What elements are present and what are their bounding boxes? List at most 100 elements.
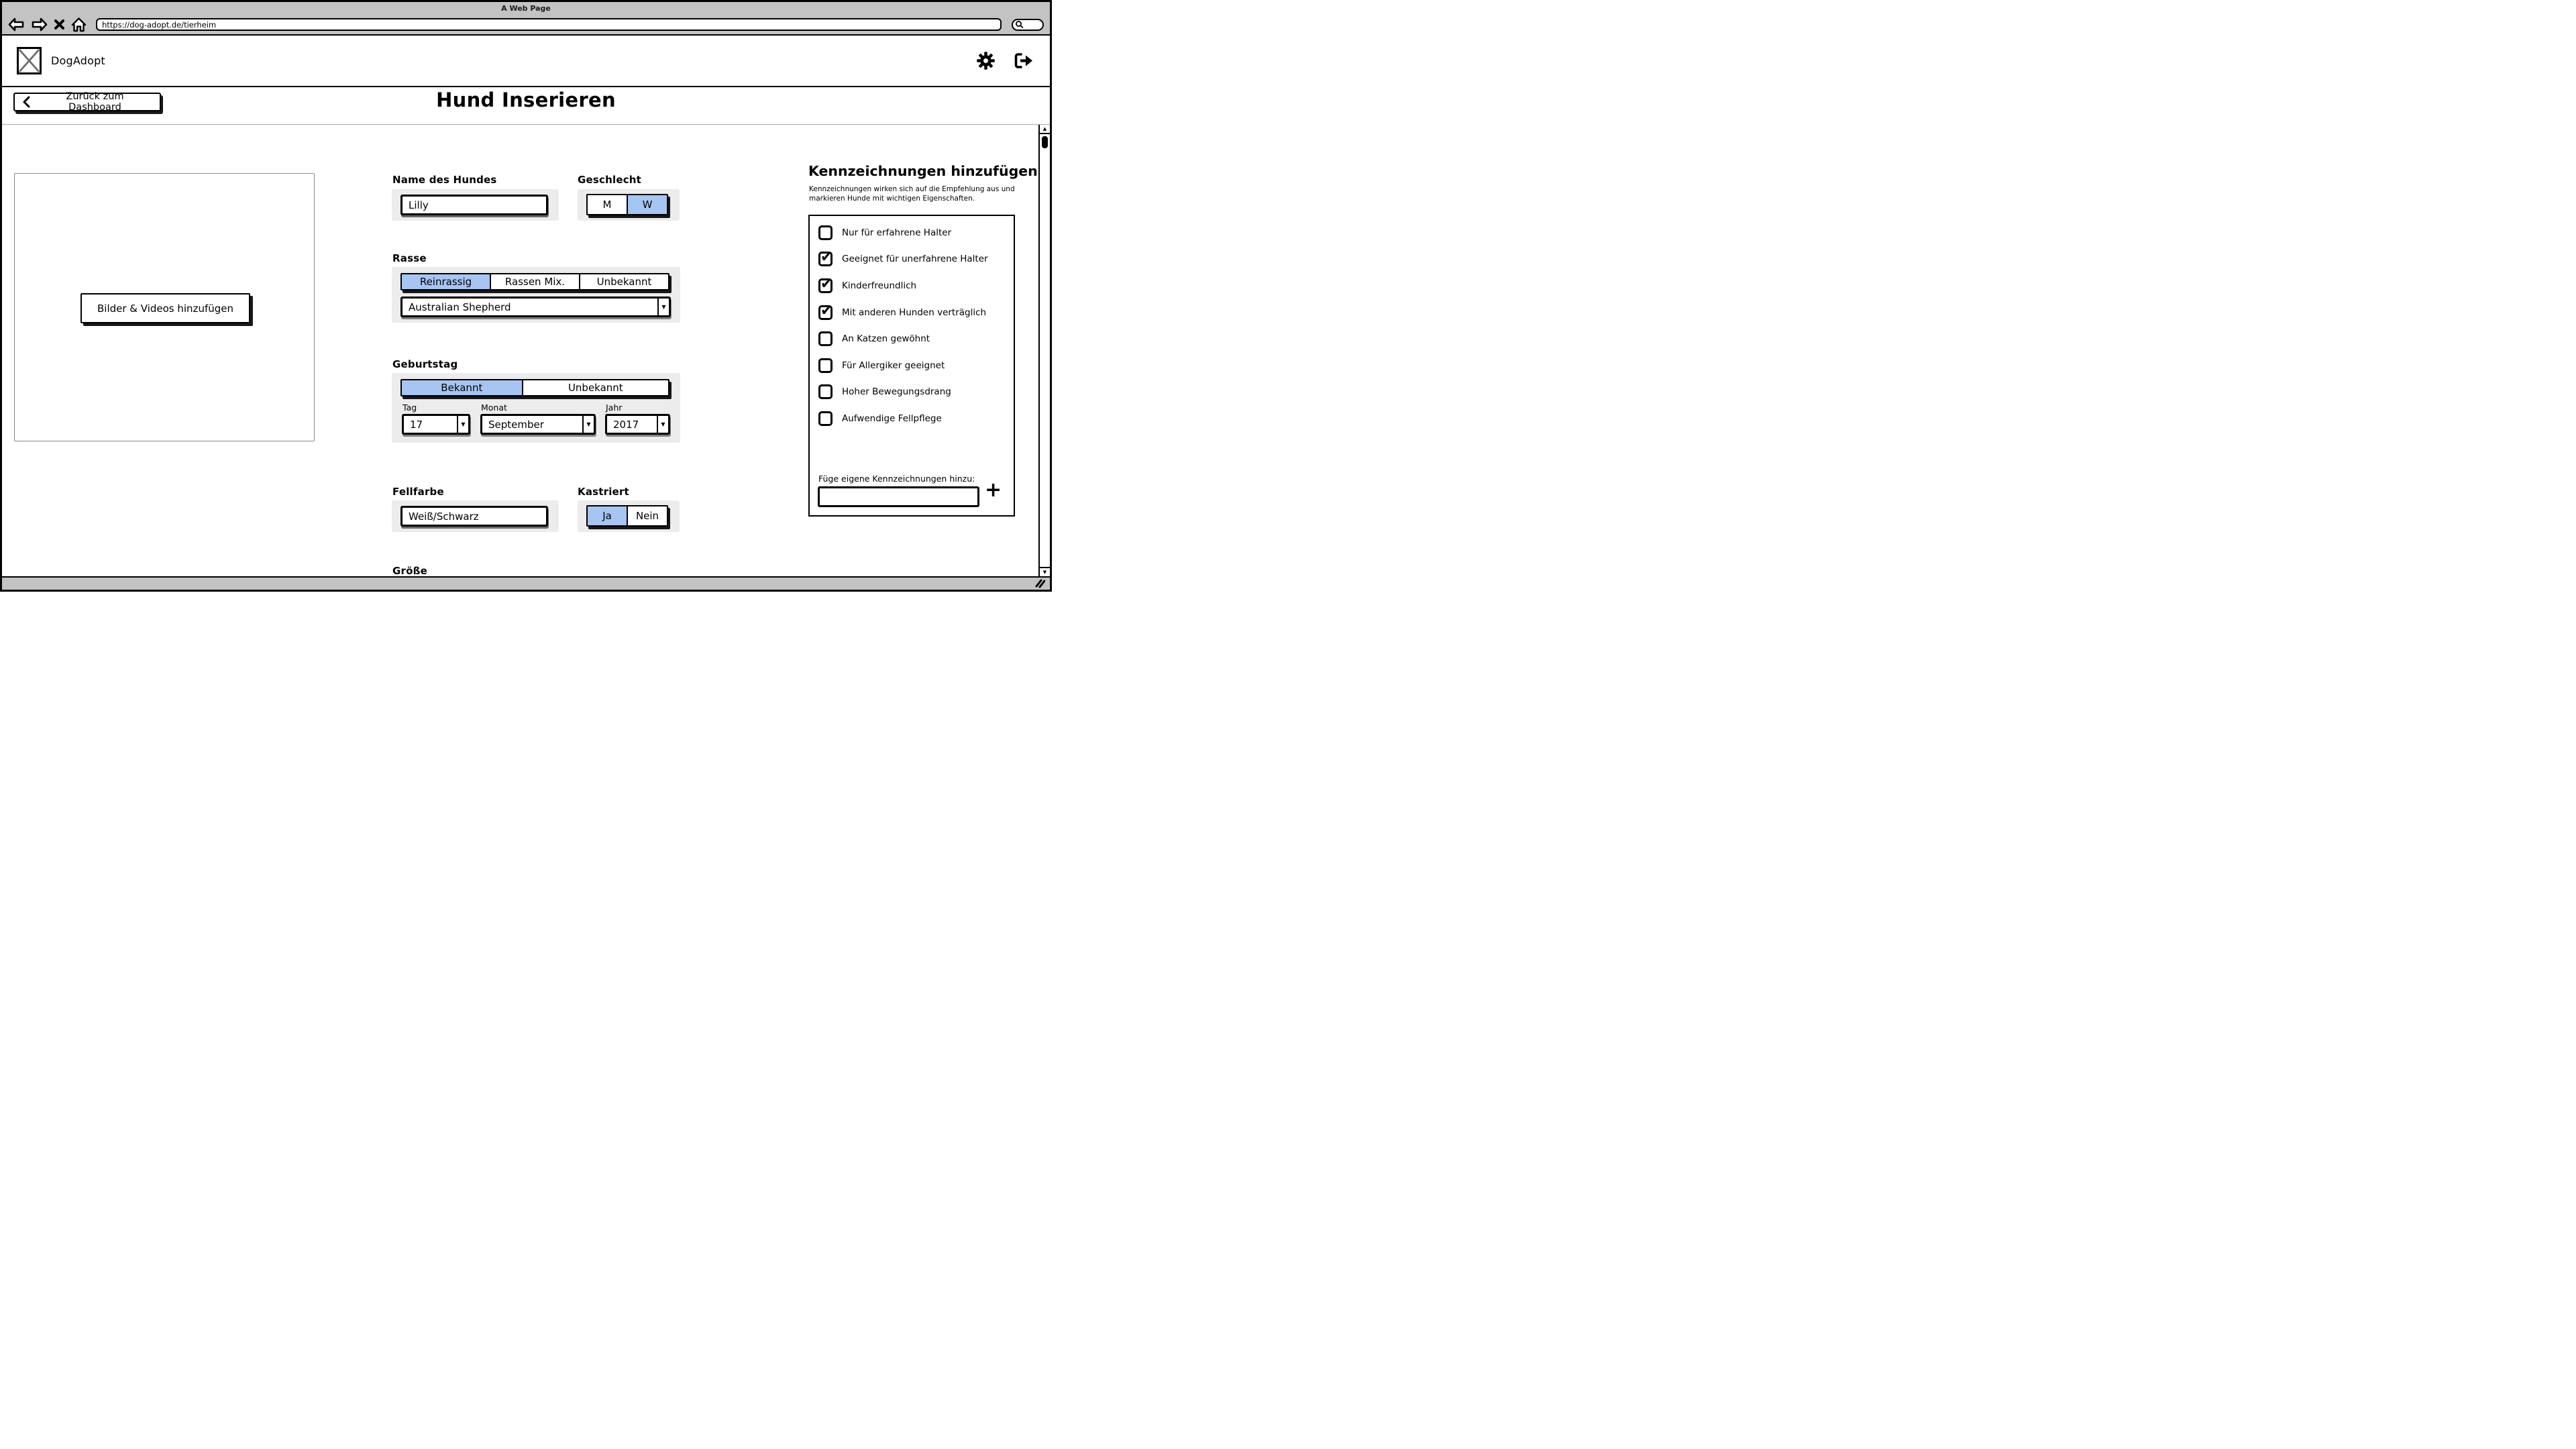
tag-item-aufwendige-fellpflege: Aufwendige Fellpflege xyxy=(810,405,1014,432)
toggle-option-bekannt[interactable]: Bekannt xyxy=(402,380,522,395)
url-text: https://dog-adopt.de/tierheim xyxy=(102,19,217,30)
chevron-down-icon[interactable]: ▼ xyxy=(457,416,468,433)
tag-item-label: An Katzen gewöhnt xyxy=(842,333,930,345)
chevron-down-icon[interactable]: ▼ xyxy=(657,416,668,433)
size-label: Größe xyxy=(392,565,427,576)
birthday-label: Geburtstag xyxy=(392,358,458,370)
year-value: 2017 xyxy=(613,418,639,431)
gender-label: Geschlecht xyxy=(578,174,642,186)
neutered-label: Kastriert xyxy=(578,486,629,498)
checkbox-checked[interactable]: ✔ xyxy=(818,275,833,293)
browser-window: A Web Page https://dog-adopt.de/tierheim… xyxy=(0,0,1052,592)
custom-tag-input[interactable] xyxy=(818,486,979,507)
tags-subtitle: Kennzeichnungen wirken sich auf die Empf… xyxy=(809,185,1015,203)
image-placeholder-icon xyxy=(19,49,40,72)
breed-dropdown[interactable]: Australian Shepherd ▼ xyxy=(400,297,671,317)
day-label: Tag xyxy=(402,402,417,413)
checkbox-checked[interactable]: ✔ xyxy=(818,302,833,320)
resize-handle-icon[interactable] xyxy=(1030,578,1045,588)
birthday-known-toggle: Bekannt Unbekannt xyxy=(400,379,669,396)
tag-item-label: Kinderfreundlich xyxy=(842,280,917,291)
year-label: Jahr xyxy=(606,402,623,413)
tag-item-hoher-bewegungsdrang: Hoher Bewegungsdrang xyxy=(810,379,1014,406)
breed-label: Rasse xyxy=(392,252,427,264)
forward-icon[interactable] xyxy=(31,17,48,32)
gender-toggle: MW xyxy=(586,194,668,215)
tag-item-label: Hoher Bewegungsdrang xyxy=(842,386,951,398)
page-body: DogAdopt Zurück zum Dashboard Hund Inser… xyxy=(2,34,1050,590)
breed-type-toggle: Reinrassig Rassen Mix. Unbekannt xyxy=(400,273,669,290)
settings-gear-icon[interactable] xyxy=(977,52,995,70)
neutered-panel: Ja Nein xyxy=(578,500,680,532)
logout-icon[interactable] xyxy=(1014,52,1034,69)
scroll-up-icon[interactable]: ▲ xyxy=(1040,125,1050,134)
year-dropdown[interactable]: 2017 ▼ xyxy=(605,414,670,435)
checkbox-unchecked[interactable] xyxy=(818,331,833,347)
checkbox-unchecked[interactable] xyxy=(818,384,833,400)
add-tag-plus-icon[interactable]: + xyxy=(985,480,1002,500)
tag-item-label: Geeignet für unerfahrene Halter xyxy=(842,254,988,265)
window-titlebar: A Web Page xyxy=(2,2,1050,15)
name-input[interactable]: Lilly xyxy=(400,195,548,215)
vertical-scrollbar[interactable]: ▲ ▼ xyxy=(1038,125,1050,576)
fur-value: Weiß/Schwarz xyxy=(409,510,479,523)
add-media-button[interactable]: Bilder & Videos hinzufügen xyxy=(80,293,250,323)
fur-panel: Weiß/Schwarz xyxy=(392,500,559,532)
fur-input[interactable]: Weiß/Schwarz xyxy=(400,506,548,527)
search-pill[interactable] xyxy=(1012,18,1044,31)
name-value: Lilly xyxy=(409,199,429,211)
tags-checklist: Nur für erfahrene Halter ✔ Geeignet für un… xyxy=(810,219,1014,432)
tag-item-mit-anderen-hunden-vertr-glich: ✔ Mit anderen Hunden verträglich xyxy=(810,299,1014,326)
toggle-option-unbekannt[interactable]: Unbekannt xyxy=(521,380,668,395)
breed-value: Australian Shepherd xyxy=(409,301,511,313)
page-title: Hund Inserieren xyxy=(436,89,616,111)
brand-logo-placeholder xyxy=(17,47,42,74)
toggle-option-ja[interactable]: Ja xyxy=(588,506,627,525)
checkbox-unchecked[interactable] xyxy=(818,411,833,426)
form-content: Bilder & Videos hinzufügen Name des Hund… xyxy=(2,125,1050,576)
checkbox-unchecked[interactable] xyxy=(818,225,833,240)
check-icon: ✔ xyxy=(820,249,833,266)
tag-item-nur-f-r-erfahrene-halter: Nur für erfahrene Halter xyxy=(810,219,1014,246)
month-dropdown[interactable]: September ▼ xyxy=(480,414,596,435)
chevron-down-icon[interactable]: ▼ xyxy=(582,416,594,433)
toggle-option-rassen-mix[interactable]: Rassen Mix. xyxy=(490,274,579,289)
day-dropdown[interactable]: 17 ▼ xyxy=(402,414,470,435)
day-value: 17 xyxy=(410,418,423,431)
tags-box: Nur für erfahrene Halter ✔ Geeignet für un… xyxy=(808,215,1015,517)
tag-item-label: Nur für erfahrene Halter xyxy=(842,227,952,238)
toggle-option-w[interactable]: W xyxy=(627,195,667,214)
neutered-toggle: Ja Nein xyxy=(586,505,668,527)
gender-panel: MW xyxy=(578,189,680,221)
scroll-down-icon[interactable]: ▼ xyxy=(1040,567,1050,576)
media-placeholder: Bilder & Videos hinzufügen xyxy=(14,173,315,441)
name-label: Name des Hundes xyxy=(392,174,497,186)
app-header: DogAdopt xyxy=(2,36,1050,87)
check-icon: ✔ xyxy=(820,302,833,319)
check-icon: ✔ xyxy=(820,275,833,292)
tag-item-an-katzen-gew-hnt: An Katzen gewöhnt xyxy=(810,325,1014,352)
back-icon[interactable] xyxy=(8,17,25,32)
window-title: A Web Page xyxy=(501,4,551,13)
status-bar xyxy=(2,576,1050,590)
tags-title: Kennzeichnungen hinzufügen xyxy=(808,163,1038,179)
month-label: Monat xyxy=(481,402,507,413)
checkbox-checked[interactable]: ✔ xyxy=(818,249,833,267)
toggle-option-nein[interactable]: Nein xyxy=(627,506,667,525)
checkbox-unchecked[interactable] xyxy=(818,358,833,373)
name-panel: Lilly xyxy=(392,189,559,221)
brand-name: DogAdopt xyxy=(51,54,105,67)
toggle-option-m[interactable]: M xyxy=(588,195,627,214)
toggle-option-unbekannt[interactable]: Unbekannt xyxy=(579,274,668,289)
tag-item-label: Aufwendige Fellpflege xyxy=(842,413,942,424)
url-bar[interactable]: https://dog-adopt.de/tierheim xyxy=(96,18,1002,31)
tag-item-kinderfreundlich: ✔ Kinderfreundlich xyxy=(810,272,1014,299)
chevron-down-icon[interactable]: ▼ xyxy=(657,299,669,315)
stop-icon[interactable] xyxy=(54,19,65,30)
subheader: Zurück zum Dashboard Hund Inserieren xyxy=(2,87,1050,125)
home-icon[interactable] xyxy=(71,17,87,32)
tag-item-geeignet-f-r-unerfahrene-halter: ✔ Geeignet für unerfahrene Halter xyxy=(810,246,1014,273)
toggle-option-reinrassig[interactable]: Reinrassig xyxy=(402,274,490,289)
tag-item-f-r-allergiker-geeignet: Für Allergiker geeignet xyxy=(810,352,1014,379)
scrollbar-thumb[interactable] xyxy=(1042,136,1048,148)
